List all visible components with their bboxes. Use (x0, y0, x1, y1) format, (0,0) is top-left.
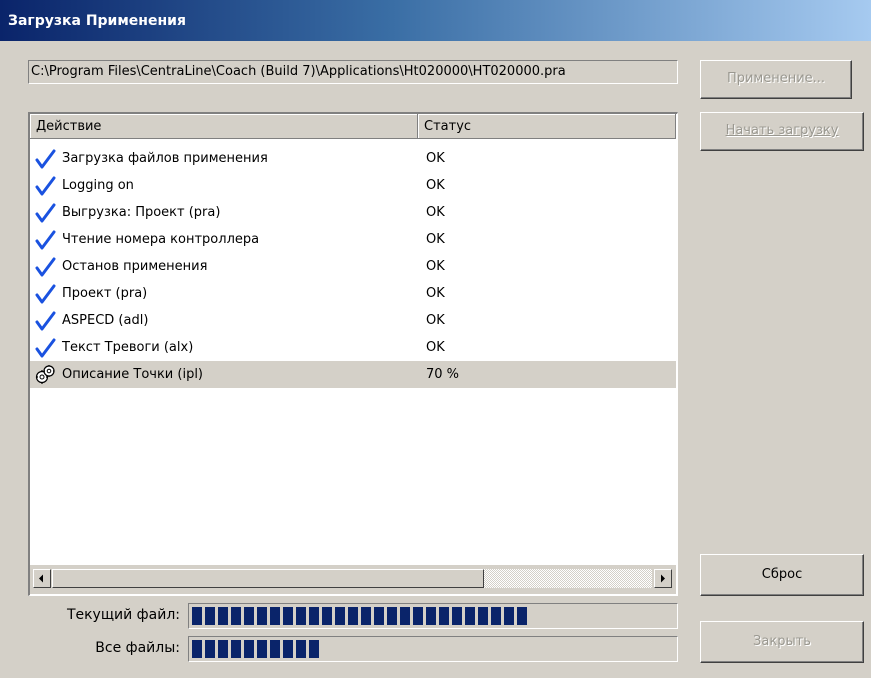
checkmark-icon (35, 149, 56, 169)
checkmark-icon (35, 203, 56, 223)
list-header: Действие Статус (30, 114, 676, 139)
start-download-button[interactable]: Начать загрузку (700, 112, 864, 151)
row-action: Останов применения (62, 259, 208, 274)
row-status: OK (426, 178, 445, 193)
table-row[interactable]: Выгрузка: Проект (pra) OK (30, 199, 676, 226)
all-files-progress-fill (192, 640, 319, 658)
table-row[interactable]: ASPECD (adl) OK (30, 307, 676, 334)
column-header-status[interactable]: Статус (418, 114, 676, 139)
all-files-progress (188, 636, 678, 662)
close-button[interactable]: Закрыть (700, 621, 864, 663)
row-status: OK (426, 286, 445, 301)
row-status: 70 % (426, 367, 460, 382)
row-action: Чтение номера контроллера (62, 232, 260, 247)
row-action: Logging on (62, 178, 134, 193)
arrow-left-icon (39, 574, 43, 583)
row-action: Описание Точки (ipl) (62, 367, 204, 382)
row-status: OK (426, 205, 445, 220)
row-status: OK (426, 232, 445, 247)
row-status: OK (426, 151, 445, 166)
path-text: C:\Program Files\CentraLine\Coach (Build… (31, 64, 566, 79)
checkmark-icon (35, 176, 56, 196)
scroll-right-button[interactable] (654, 569, 672, 588)
window-title: Загрузка Применения (8, 13, 186, 29)
horizontal-scrollbar[interactable] (30, 565, 676, 594)
checkmark-icon (35, 284, 56, 304)
table-row[interactable]: Чтение номера контроллера OK (30, 226, 676, 253)
row-action: Проект (pra) (62, 286, 148, 301)
scroll-thumb[interactable] (52, 569, 484, 588)
table-row-selected[interactable]: Описание Точки (ipl) 70 % (30, 361, 676, 388)
row-action: Загрузка файлов применения (62, 151, 268, 166)
arrow-right-icon (661, 574, 665, 583)
reset-button[interactable]: Сброс (700, 554, 864, 596)
row-action: Текст Тревоги (alx) (62, 340, 194, 355)
application-button[interactable]: Применение... (700, 60, 852, 99)
checkmark-icon (35, 311, 56, 331)
table-row[interactable]: Текст Тревоги (alx) OK (30, 334, 676, 361)
row-action: Выгрузка: Проект (pra) (62, 205, 221, 220)
current-file-label: Текущий файл: (66, 607, 180, 623)
current-file-progress (188, 603, 678, 629)
checkmark-icon (35, 230, 56, 250)
gears-icon (35, 365, 55, 384)
table-row[interactable]: Останов применения OK (30, 253, 676, 280)
row-status: OK (426, 259, 445, 274)
row-status: OK (426, 340, 445, 355)
all-files-label: Все файлы: (95, 640, 180, 656)
table-row[interactable]: Logging on OK (30, 172, 676, 199)
checkmark-icon (35, 338, 56, 358)
path-field: C:\Program Files\CentraLine\Coach (Build… (28, 60, 678, 84)
table-row[interactable]: Проект (pra) OK (30, 280, 676, 307)
checkmark-icon (35, 257, 56, 277)
row-action: ASPECD (adl) (62, 313, 149, 328)
action-list[interactable]: Действие Статус Загрузка файлов применен… (28, 112, 678, 596)
scroll-track[interactable] (52, 569, 652, 588)
window-titlebar[interactable]: Загрузка Применения (0, 0, 871, 41)
scroll-left-button[interactable] (33, 569, 51, 588)
row-status: OK (426, 313, 445, 328)
current-file-progress-fill (192, 607, 527, 625)
table-row[interactable]: Загрузка файлов применения OK (30, 145, 676, 172)
column-header-action[interactable]: Действие (30, 114, 418, 139)
